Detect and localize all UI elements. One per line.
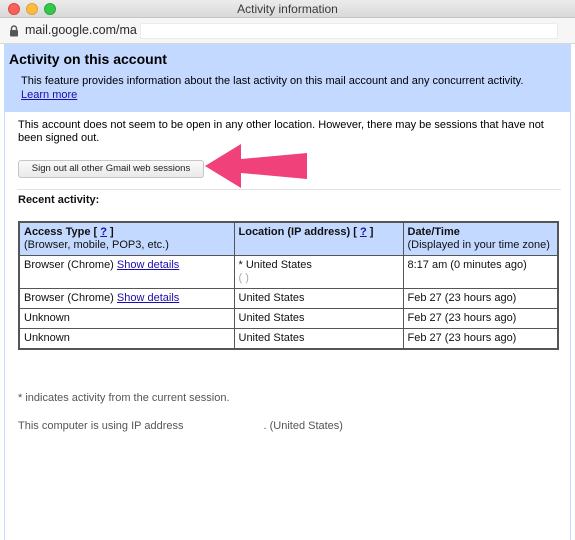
page-header: Activity on this account This feature pr… — [4, 44, 571, 112]
activity-table: Access Type [ ? ] (Browser, mobile, POP3… — [18, 221, 559, 350]
access-type-value: Browser (Chrome) — [24, 292, 114, 304]
url-text[interactable]: mail.google.com/mail — [25, 23, 137, 39]
table-row: Browser (Chrome) Show details * United S… — [18, 255, 559, 289]
page-title: Activity on this account — [9, 51, 167, 67]
access-type-help-link[interactable]: ? — [100, 226, 107, 238]
access-type-label: Access Type — [24, 226, 91, 238]
address-bar[interactable]: mail.google.com/mail — [0, 18, 575, 44]
time-cell: Feb 27 (23 hours ago) — [402, 288, 559, 309]
location-cell: United States — [233, 288, 404, 309]
access-type-value: Browser (Chrome) — [24, 259, 114, 271]
table-row: Unknown United States Feb 27 (23 hours a… — [18, 328, 559, 350]
activity-content: This account does not seem to be open in… — [4, 112, 571, 540]
access-cell: Unknown — [18, 328, 235, 350]
time-cell: Feb 27 (23 hours ago) — [402, 328, 559, 350]
ip-note-suffix: . (United States) — [263, 420, 343, 432]
time-cell: 8:17 am (0 minutes ago) — [402, 255, 559, 289]
location-label: Location (IP address) — [238, 226, 351, 238]
page-description: This feature provides information about … — [21, 75, 524, 87]
ip-address-note: This computer is using IP address . (Unit… — [18, 420, 343, 432]
location-cell: * United States ( ) — [233, 255, 404, 289]
access-cell: Unknown — [18, 308, 235, 329]
datetime-subtitle: (Displayed in your time zone) — [407, 239, 550, 251]
location-header: Location (IP address) [ ? ] — [233, 221, 404, 256]
window-titlebar: Activity information — [0, 0, 575, 18]
access-type-subtitle: (Browser, mobile, POP3, etc.) — [24, 239, 169, 251]
location-cell: United States — [233, 328, 404, 350]
access-cell: Browser (Chrome) Show details — [18, 255, 235, 289]
location-value: * United States — [238, 259, 312, 271]
location-cell: United States — [233, 308, 404, 329]
table-header-row: Access Type [ ? ] (Browser, mobile, POP3… — [18, 221, 559, 256]
access-type-header: Access Type [ ? ] (Browser, mobile, POP3… — [18, 221, 235, 256]
access-cell: Browser (Chrome) Show details — [18, 288, 235, 309]
show-details-link[interactable]: Show details — [117, 259, 179, 271]
sign-out-other-sessions-button[interactable]: Sign out all other Gmail web sessions — [18, 160, 204, 178]
current-session-footnote: * indicates activity from the current se… — [18, 392, 230, 404]
datetime-label: Date/Time — [407, 226, 460, 238]
ip-note-prefix: This computer is using IP address — [18, 420, 184, 432]
datetime-header: Date/Time (Displayed in your time zone) — [402, 221, 559, 256]
window-title: Activity information — [237, 2, 338, 16]
table-row: Unknown United States Feb 27 (23 hours a… — [18, 308, 559, 329]
ip-address-value: ( ) — [238, 272, 249, 284]
learn-more-link[interactable]: Learn more — [21, 89, 77, 101]
location-help-link[interactable]: ? — [360, 226, 367, 238]
recent-activity-title: Recent activity: — [18, 194, 100, 206]
time-cell: Feb 27 (23 hours ago) — [402, 308, 559, 329]
show-details-link[interactable]: Show details — [117, 292, 179, 304]
lock-icon — [10, 25, 18, 37]
url-field-remainder[interactable] — [140, 23, 558, 39]
pink-arrow-annotation — [205, 144, 307, 188]
table-row: Browser (Chrome) Show details United Sta… — [18, 288, 559, 309]
divider — [17, 189, 561, 190]
